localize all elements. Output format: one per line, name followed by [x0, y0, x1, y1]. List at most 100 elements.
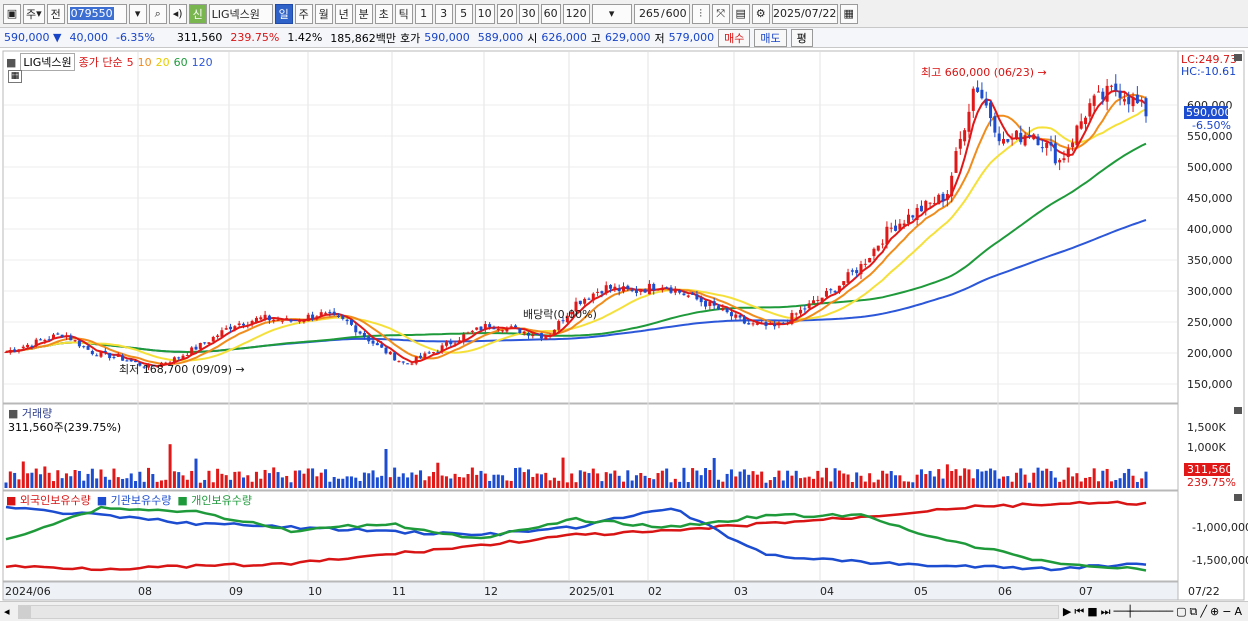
volume-bar — [773, 477, 777, 488]
candle-body — [803, 308, 807, 310]
search-icon[interactable]: ⌕ — [148, 3, 167, 24]
speaker-icon[interactable]: ◂) — [168, 3, 187, 24]
horizontal-scrollbar[interactable] — [17, 604, 1059, 619]
legend-ma10[interactable]: 10 — [138, 56, 152, 69]
volume-close-icon[interactable] — [1234, 407, 1242, 414]
range-1[interactable]: 1 — [414, 3, 433, 24]
code-dropdown-icon[interactable]: ▾ — [128, 3, 147, 24]
zoom-slider[interactable]: ──┼────── — [1114, 605, 1174, 619]
range-120[interactable]: 120 — [562, 3, 590, 24]
stock-name-field[interactable]: LIG넥스원 — [208, 3, 273, 24]
range-3[interactable]: 3 — [434, 3, 453, 24]
range-10[interactable]: 10 — [474, 3, 495, 24]
volume-bar — [911, 482, 915, 488]
volume-ratio: 239.75% — [230, 31, 280, 44]
candle-body — [444, 342, 448, 346]
volume-bar — [1019, 468, 1023, 488]
volume-bar — [393, 467, 397, 488]
price-close-icon[interactable] — [1234, 54, 1242, 61]
range-20[interactable]: 20 — [496, 3, 517, 24]
candle-body — [1023, 135, 1027, 146]
candle-body — [263, 314, 267, 319]
draw-tools-icon[interactable]: ╱ — [1200, 605, 1207, 619]
candle-body — [552, 329, 556, 335]
save-icon[interactable]: ▤ — [731, 3, 750, 24]
candle-type-icon[interactable]: ⫶ — [691, 3, 710, 24]
new-listing-badge[interactable]: 신 — [188, 3, 207, 24]
volume-bar — [56, 470, 60, 488]
legend-ma20[interactable]: 20 — [156, 56, 170, 69]
tab-yearly[interactable]: 년 — [334, 3, 353, 24]
date-label: 09 — [229, 585, 243, 598]
range-60[interactable]: 60 — [540, 3, 561, 24]
buy-button[interactable]: 매수 — [718, 28, 751, 47]
date-input[interactable]: 2025/07/22 — [771, 3, 838, 24]
high-label: 고 — [590, 31, 602, 45]
tab-second[interactable]: 초 — [374, 3, 393, 24]
custom-range-select[interactable]: ▾ — [591, 3, 632, 24]
stop-icon[interactable]: ■ — [1087, 605, 1097, 619]
candle-body — [820, 297, 824, 302]
volume-bar — [721, 481, 725, 488]
candle-body — [786, 322, 790, 324]
legend-ma5[interactable]: 5 — [127, 56, 134, 69]
tab-tick[interactable]: 틱 — [394, 3, 413, 24]
scroll-left-icon[interactable]: ◂ — [0, 605, 14, 618]
range-30[interactable]: 30 — [518, 3, 539, 24]
candle-body — [863, 263, 867, 265]
copy-icon[interactable]: ⧉ — [1190, 605, 1198, 619]
candle-body — [1144, 98, 1148, 117]
price-chart[interactable]: 600,000 550,000 500,000 450,000 400,000 … — [0, 48, 1248, 601]
period-select[interactable]: 주 ▾ — [23, 3, 45, 24]
scroll-thumb[interactable] — [18, 605, 31, 618]
candle-body — [971, 88, 975, 111]
legend-ma120[interactable]: 120 — [192, 56, 213, 69]
candle-body — [73, 340, 77, 342]
candle-body — [419, 355, 423, 358]
volume-bar — [768, 480, 772, 488]
window-menu-icon[interactable]: ▣ — [3, 3, 21, 24]
zoom-out-icon[interactable]: − — [1222, 605, 1231, 619]
table-toggle-icon[interactable]: ▦ — [8, 70, 22, 83]
legend-institution[interactable]: ■ 기관보유수량 — [97, 492, 172, 508]
range-5[interactable]: 5 — [454, 3, 473, 24]
volume-bar — [518, 467, 522, 488]
volume-bar — [138, 471, 142, 488]
legend-individual[interactable]: ■ 개인보유수량 — [177, 492, 252, 508]
font-icon[interactable]: A — [1234, 605, 1242, 619]
stock-code-input[interactable]: 079550 — [66, 3, 127, 24]
volume-bar — [937, 469, 941, 488]
trade-amount: 185,862백만 — [330, 31, 397, 45]
eval-button[interactable]: 평 — [790, 28, 813, 47]
prev-button[interactable]: 전 — [46, 3, 65, 24]
sell-button[interactable]: 매도 — [754, 28, 787, 47]
forward-icon[interactable]: ⏭ — [1101, 605, 1111, 619]
candle-body — [1101, 91, 1105, 100]
volume-bar — [660, 470, 664, 488]
volume-bar — [665, 468, 669, 488]
candle-body — [224, 328, 228, 330]
holdings-close-icon[interactable] — [1234, 494, 1242, 501]
tab-monthly[interactable]: 월 — [314, 3, 333, 24]
candle-body — [436, 351, 440, 353]
play-icon[interactable]: ▶ — [1063, 605, 1071, 619]
legend-stock-name[interactable]: LIG넥스원 — [20, 53, 75, 71]
zoom-in-icon[interactable]: ⊕ — [1210, 605, 1219, 619]
data-count-input[interactable]: 265/600 — [633, 3, 690, 24]
rewind-icon[interactable]: ⏮ — [1074, 605, 1084, 619]
candle-body — [306, 314, 310, 322]
legend-foreign[interactable]: ■ 외국인보유수량 — [6, 492, 91, 508]
candle-body — [289, 319, 293, 322]
candle-body — [39, 339, 43, 341]
legend-ma60[interactable]: 60 — [174, 56, 188, 69]
tab-weekly[interactable]: 주 — [294, 3, 313, 24]
volume-bar — [907, 481, 910, 488]
tab-minute[interactable]: 분 — [354, 3, 373, 24]
layout-icon[interactable]: ▢ — [1176, 605, 1186, 619]
tab-daily[interactable]: 일 — [274, 3, 293, 24]
volume-bar — [552, 477, 556, 488]
gear-icon[interactable]: ⚙ — [751, 3, 770, 24]
candle-body — [846, 272, 850, 283]
crosshair-icon[interactable]: ⤧ — [711, 3, 730, 24]
calendar-icon[interactable]: ▦ — [839, 3, 858, 24]
